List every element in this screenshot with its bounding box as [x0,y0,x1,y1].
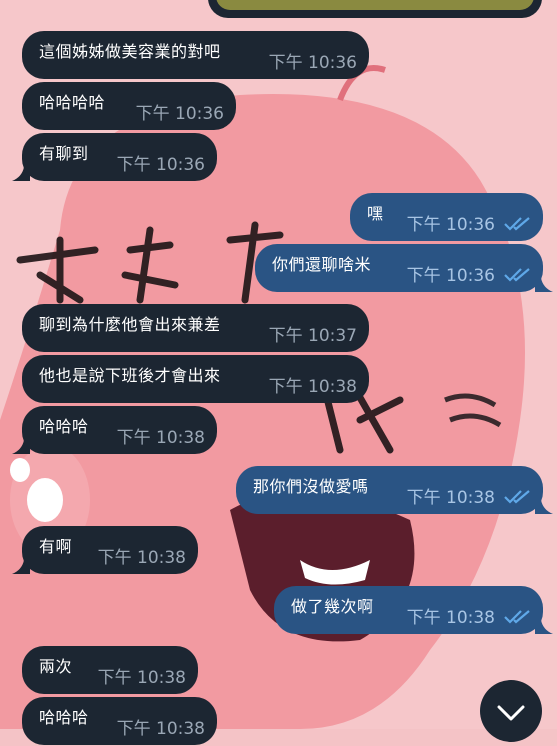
incoming-message-bubble[interactable]: 這個姊姊做美容業的對吧 下午 10:36 [22,31,369,79]
outgoing-message-bubble[interactable]: 做了幾次啊 下午 10:38 [274,586,553,634]
outgoing-message-bubble[interactable]: 那你們沒做愛嗎 下午 10:38 [236,466,553,514]
bubble-tail [535,278,553,292]
message-text: 哈哈哈 [39,417,89,436]
incoming-message-bubble[interactable]: 聊到為什麼他會出來兼差 下午 10:37 [22,304,369,352]
message-text: 他也是說下班後才會出來 [39,366,221,385]
chevron-down-icon [497,705,525,721]
message-time: 下午 10:38 [116,428,205,448]
message-text: 有聊到 [39,144,89,163]
double-check-icon [504,490,530,504]
outgoing-message-bubble[interactable]: 你們還聊啥米 下午 10:36 [255,244,553,292]
message-text: 聊到為什麼他會出來兼差 [39,315,221,334]
message-time: 下午 10:37 [268,326,357,346]
message-text: 兩次 [39,657,73,676]
message-time: 下午 10:36 [135,104,224,124]
message-text: 做了幾次啊 [291,597,374,616]
message-text: 這個姊姊做美容業的對吧 [39,42,221,61]
message-time: 下午 10:38 [116,719,205,739]
message-time: 下午 10:38 [97,668,186,688]
message-text: 你們還聊啥米 [272,255,372,274]
incoming-message-bubble[interactable]: 有啊 下午 10:38 [12,526,198,574]
outgoing-message-bubble[interactable]: 嘿 下午 10:36 [350,193,543,241]
incoming-message-bubble[interactable]: 哈哈哈 下午 10:38 [22,697,217,745]
bubble-tail [12,440,30,454]
media-message-partial[interactable] [208,0,542,18]
media-thumbnail[interactable] [216,0,534,10]
incoming-message-bubble[interactable]: 他也是說下班後才會出來 下午 10:38 [22,355,369,403]
incoming-message-bubble[interactable]: 兩次 下午 10:38 [22,646,198,694]
scroll-to-bottom-button[interactable] [480,680,542,742]
double-check-icon [504,268,530,282]
message-text: 那你們沒做愛嗎 [253,477,369,496]
bubble-tail [535,500,553,514]
message-time: 下午 10:38 [406,488,495,508]
message-time: 下午 10:36 [268,53,357,73]
message-text: 有啊 [39,537,73,556]
incoming-message-bubble[interactable]: 哈哈哈 下午 10:38 [12,406,217,454]
message-time: 下午 10:36 [406,266,495,286]
message-time: 下午 10:36 [116,155,205,175]
incoming-message-bubble[interactable]: 有聊到 下午 10:36 [12,133,217,181]
message-time: 下午 10:38 [268,377,357,397]
double-check-icon [504,217,530,231]
incoming-message-bubble[interactable]: 哈哈哈哈 下午 10:36 [22,82,236,130]
message-text: 哈哈哈 [39,708,89,727]
bubble-tail [535,620,553,634]
bubble-tail [12,560,30,574]
double-check-icon [504,610,530,624]
message-text: 嘿 [367,204,384,223]
message-time: 下午 10:36 [406,215,495,235]
message-text: 哈哈哈哈 [39,93,106,112]
message-time: 下午 10:38 [406,608,495,628]
message-time: 下午 10:38 [97,548,186,568]
bubble-tail [12,167,30,181]
